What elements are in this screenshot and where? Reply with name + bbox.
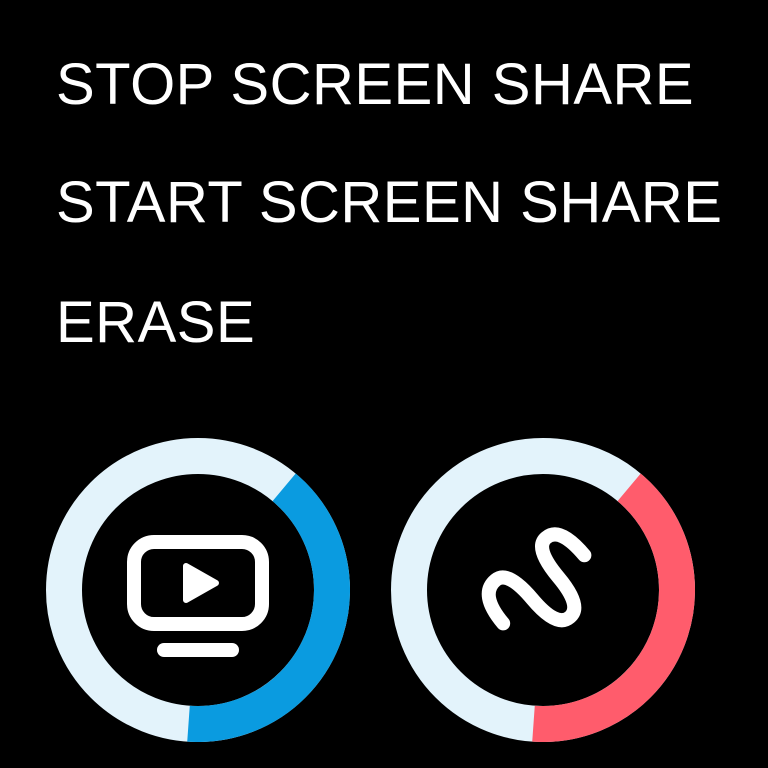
erase-progress-ring	[391, 438, 695, 742]
menu-item-start-screen-share[interactable]: START SCREEN SHARE	[56, 168, 722, 238]
screen-share-progress-ring	[46, 438, 350, 742]
menu-item-erase[interactable]: ERASE	[56, 288, 255, 358]
erase-dial-button[interactable]	[391, 438, 695, 742]
screen-share-dial-button[interactable]	[46, 438, 350, 742]
menu-item-stop-screen-share[interactable]: STOP SCREEN SHARE	[56, 50, 694, 120]
